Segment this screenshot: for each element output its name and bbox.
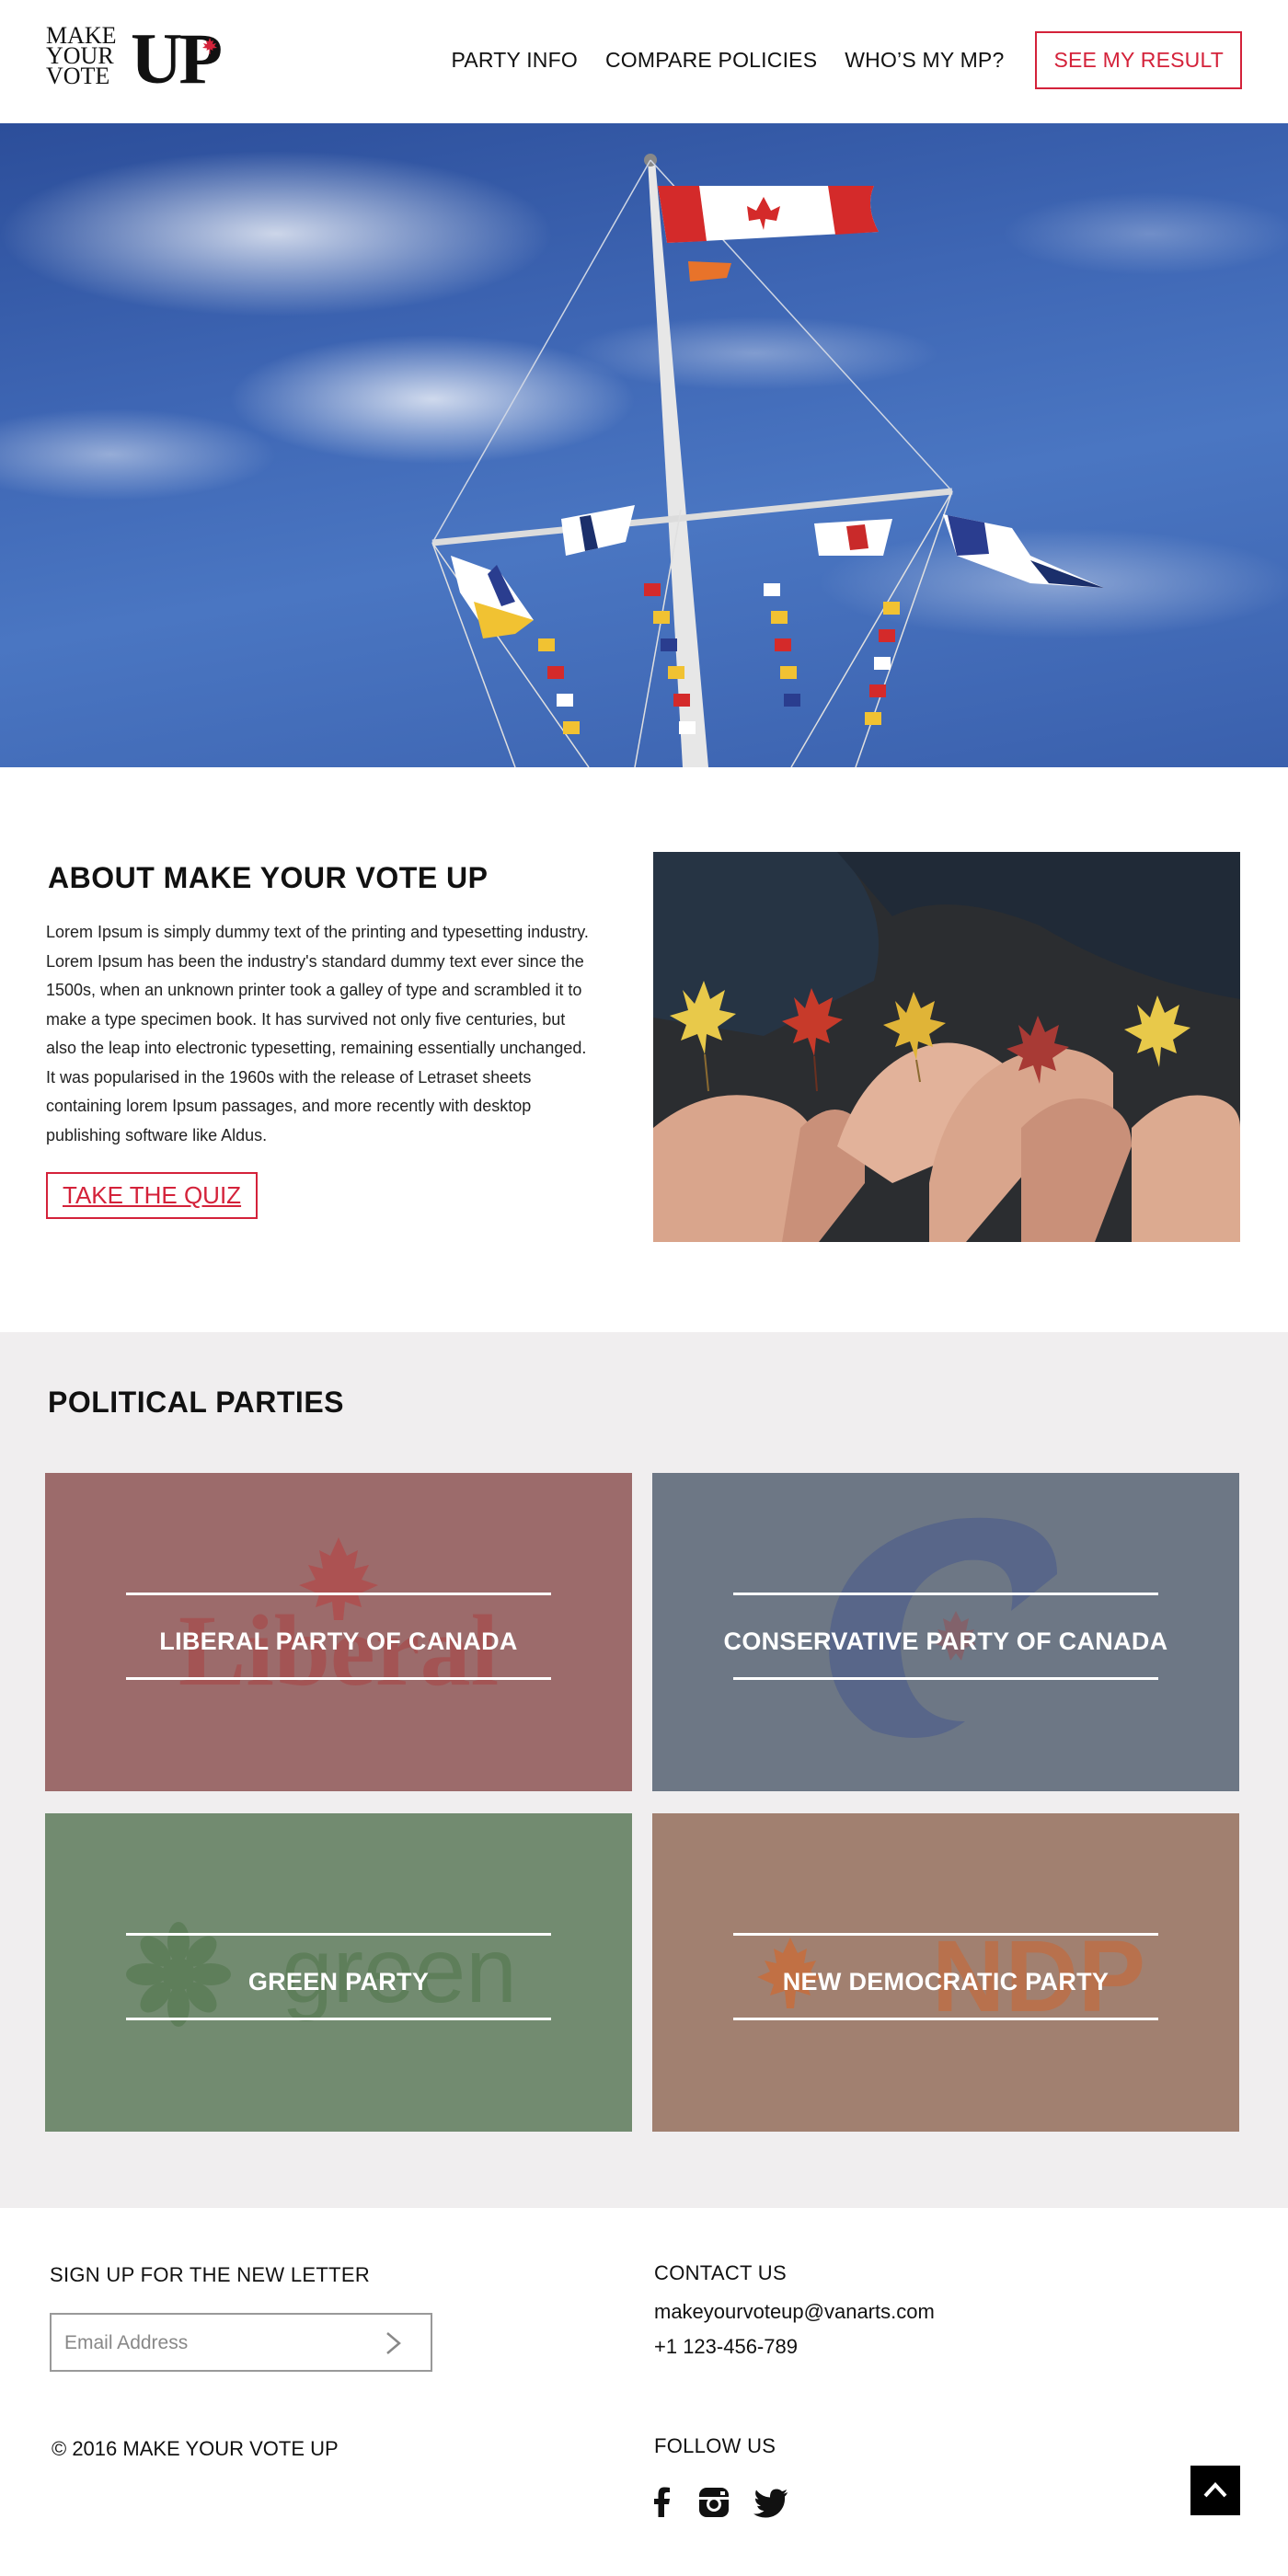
card-rule-bottom bbox=[126, 2018, 551, 2020]
about-title: ABOUT MAKE YOUR VOTE UP bbox=[48, 861, 489, 894]
instagram-icon[interactable] bbox=[696, 2484, 732, 2521]
card-rule-top bbox=[126, 1933, 551, 1936]
logo-line-vote: VOTE bbox=[46, 63, 110, 89]
newsletter-form bbox=[50, 2313, 432, 2372]
party-card-liberal[interactable]: Liberal LIBERAL PARTY OF CANADA bbox=[45, 1473, 632, 1791]
take-the-quiz-button[interactable]: TAKE THE QUIZ bbox=[46, 1172, 259, 1219]
card-rule-top bbox=[733, 1593, 1158, 1595]
party-name: NEW DEMOCRATIC PARTY bbox=[782, 1968, 1110, 1995]
party-card-ndp[interactable]: NDP NEW DEMOCRATIC PARTY bbox=[652, 1813, 1239, 2132]
hero-flagpole-illustration bbox=[0, 151, 1288, 767]
nav-compare-policies[interactable]: COMPARE POLICIES bbox=[605, 48, 817, 73]
maple-leaf-icon bbox=[202, 38, 217, 54]
nav-party-info[interactable]: PARTY INFO bbox=[451, 48, 577, 73]
facebook-icon[interactable] bbox=[644, 2484, 681, 2521]
maple-leaves-photo bbox=[653, 852, 1240, 1242]
card-rule-bottom bbox=[733, 2018, 1158, 2020]
party-name: LIBERAL PARTY OF CANADA bbox=[159, 1627, 518, 1655]
card-rule-bottom bbox=[733, 1677, 1158, 1680]
follow-us-title: FOLLOW US bbox=[654, 2434, 776, 2457]
card-rule-bottom bbox=[126, 1677, 551, 1680]
contact-email[interactable]: makeyourvoteup@vanarts.com bbox=[654, 2300, 935, 2324]
political-parties-section: POLITICAL PARTIES Liberal LIBERAL PARTY … bbox=[0, 1332, 1288, 2208]
nav-whos-my-mp[interactable]: WHO’S MY MP? bbox=[845, 48, 1004, 73]
party-card-green[interactable]: green GREEN PARTY bbox=[45, 1813, 632, 2132]
hero-image bbox=[0, 123, 1288, 767]
newsletter-title: SIGN UP FOR THE NEW LETTER bbox=[50, 2263, 371, 2286]
card-rule-top bbox=[126, 1593, 551, 1595]
party-card-conservative[interactable]: CONSERVATIVE PARTY OF CANADA bbox=[652, 1473, 1239, 1791]
party-name: GREEN PARTY bbox=[247, 1968, 430, 1995]
logo-up: UP bbox=[131, 18, 223, 98]
logo-wordmark: MAKE YOUR VOTE bbox=[46, 24, 134, 89]
party-name: CONSERVATIVE PARTY OF CANADA bbox=[723, 1627, 1168, 1655]
see-my-result-button[interactable]: SEE MY RESULT bbox=[1035, 30, 1242, 89]
maple-leaves-illustration bbox=[653, 852, 1240, 1242]
about-section: ABOUT MAKE YOUR VOTE UP Lorem Ipsum is s… bbox=[0, 767, 1288, 1332]
chevron-up-icon bbox=[1203, 2482, 1227, 2498]
submit-arrow-icon[interactable] bbox=[379, 2329, 407, 2357]
card-rule-top bbox=[733, 1933, 1158, 1936]
site-header: MAKE YOUR VOTE UP PARTY INFO COMPARE POL… bbox=[0, 0, 1288, 123]
contact-phone: +1 123-456-789 bbox=[654, 2335, 798, 2358]
site-logo[interactable]: MAKE YOUR VOTE UP bbox=[46, 18, 239, 98]
main-nav: PARTY INFO COMPARE POLICIES WHO’S MY MP?… bbox=[423, 30, 1242, 89]
about-body: Lorem Ipsum is simply dummy text of the … bbox=[46, 923, 589, 1144]
twitter-icon[interactable] bbox=[753, 2484, 789, 2521]
site-footer: SIGN UP FOR THE NEW LETTER CONTACT US ma… bbox=[0, 2208, 1288, 2576]
parties-title: POLITICAL PARTIES bbox=[48, 1386, 344, 1419]
email-input[interactable] bbox=[64, 2329, 377, 2357]
contact-title: CONTACT US bbox=[654, 2261, 787, 2284]
back-to-top-button[interactable] bbox=[1190, 2466, 1240, 2515]
copyright-text: © 2016 MAKE YOUR VOTE UP bbox=[52, 2437, 339, 2460]
